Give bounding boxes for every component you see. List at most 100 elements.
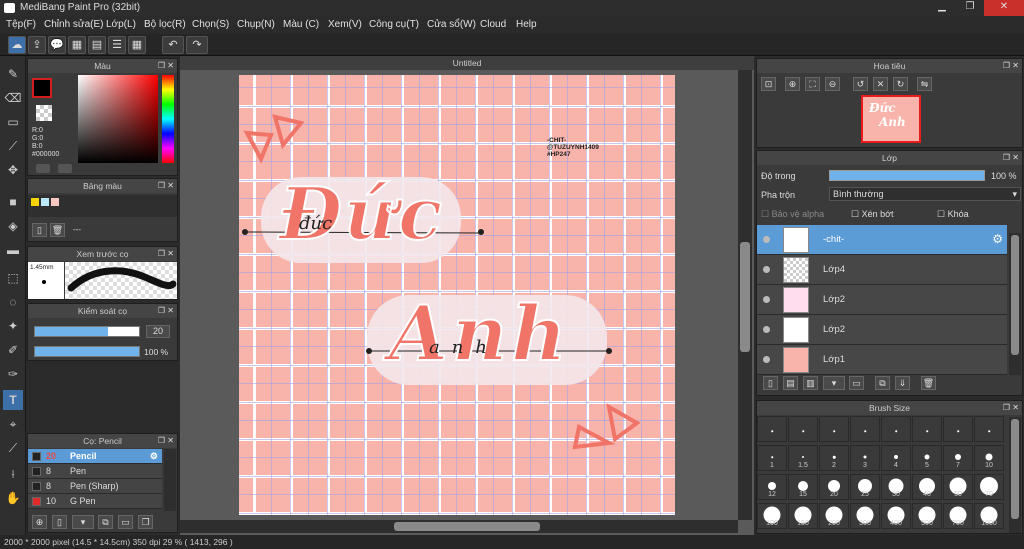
menu-color[interactable]: Màu (C) (283, 19, 319, 30)
brush-size-scroll-thumb[interactable] (1011, 419, 1019, 519)
menu-help[interactable]: Help (516, 19, 537, 30)
operation-tool-icon[interactable]: ⌖ (3, 414, 23, 434)
brush-size-cell[interactable]: 5 (912, 445, 942, 471)
flip-icon[interactable]: ⇋ (917, 77, 932, 91)
brush-size-cell[interactable] (819, 416, 849, 442)
palette-swatch[interactable] (31, 198, 39, 206)
brush-item-pen-sharp[interactable]: 8 Pen (Sharp) (28, 479, 162, 494)
layer-scrollbar[interactable] (1009, 233, 1021, 375)
eye-icon[interactable] (763, 266, 770, 273)
brush-size-cell[interactable]: 1.5 (788, 445, 818, 471)
brush-size-cell[interactable]: 20 (819, 474, 849, 500)
brush-item-pencil[interactable]: 20 Pencil ⚙ (28, 449, 162, 464)
menu-view[interactable]: Xem(V) (328, 19, 362, 30)
rotate-right-icon[interactable]: ↻ (893, 77, 908, 91)
brush-size-cell[interactable]: 3 (850, 445, 880, 471)
brush-size-cell[interactable]: 10 (974, 445, 1004, 471)
zoom-in-icon[interactable]: ⊕ (785, 77, 800, 91)
brush-item-g-pen[interactable]: 10 G Pen (28, 494, 162, 509)
brush-size-cell[interactable]: 200 (819, 503, 849, 529)
layer-item[interactable]: -chit- ⚙ (757, 225, 1007, 255)
eye-icon[interactable] (763, 236, 770, 243)
layer-folder-icon[interactable]: ▭ (849, 376, 864, 390)
copy-brush-icon[interactable]: ❐ (138, 515, 153, 529)
brush-size-cell[interactable]: 50 (943, 474, 973, 500)
brush-menu-icon[interactable]: ▾ (72, 515, 94, 529)
delete-layer-icon[interactable]: 🗑 (921, 376, 936, 390)
merge-layer-icon[interactable]: ⇓ (895, 376, 910, 390)
new-layer-icon[interactable]: ▯ (763, 376, 778, 390)
blend-select[interactable]: Bình thường ▾ (829, 187, 1021, 201)
reset-rotation-icon[interactable]: ✕ (873, 77, 888, 91)
cloud-icon[interactable]: ☁ (8, 36, 26, 54)
brush-size-cell[interactable]: 25 (850, 474, 880, 500)
move-tool-icon[interactable]: ✥ (3, 160, 23, 180)
brush-size-cell[interactable] (943, 416, 973, 442)
list-icon[interactable]: ☰ (108, 36, 126, 54)
brush-size-cell[interactable] (788, 416, 818, 442)
delete-palette-icon[interactable]: 🗑 (50, 223, 65, 237)
layer-item[interactable]: Lớp4 (757, 255, 1007, 285)
brush-size-cell[interactable]: 400 (881, 503, 911, 529)
color-mode-button[interactable] (36, 164, 50, 173)
close-button[interactable]: ✕ (984, 0, 1024, 16)
canvas-tab[interactable]: Untitled (180, 56, 754, 70)
zoom-fit-icon[interactable]: ⊡ (761, 77, 776, 91)
brush-size-cell[interactable]: 150 (788, 503, 818, 529)
gradient-tool-icon[interactable]: ▬ (3, 240, 23, 260)
layer-menu-icon[interactable]: ▾ (823, 376, 845, 390)
gear-icon[interactable]: ⚙ (150, 449, 158, 464)
eyedropper-icon[interactable]: ⟊ (3, 464, 23, 484)
divide-tool-icon[interactable]: ⟋ (3, 438, 23, 458)
grid-icon[interactable]: ▦ (128, 36, 146, 54)
hue-slider[interactable] (162, 75, 174, 163)
menu-filter[interactable]: Bộ lọc(R) (144, 19, 186, 30)
saturation-value-picker[interactable] (78, 75, 158, 163)
canvas-vscrollbar[interactable] (738, 70, 752, 520)
layer-item[interactable]: Lớp2 (757, 285, 1007, 315)
menu-layer[interactable]: Lớp(L) (106, 19, 136, 30)
share-icon[interactable]: ⇪ (28, 36, 46, 54)
add-brush-icon[interactable]: ⊕ (32, 515, 47, 529)
eye-icon[interactable] (763, 296, 770, 303)
canvas-hscrollbar[interactable] (180, 520, 738, 533)
brush-size-cell[interactable] (974, 416, 1004, 442)
brush-size-cell[interactable]: 100 (757, 503, 787, 529)
new-halftone-layer-icon[interactable]: ▤ (783, 376, 798, 390)
duplicate-layer-icon[interactable]: ⧉ (875, 376, 890, 390)
menu-capture[interactable]: Chụp(N) (237, 19, 275, 30)
brush-size-cell[interactable]: 15 (788, 474, 818, 500)
artboard[interactable]: Đức đức Anh anh -CHIT- @TUZUYNH1409 #HP2… (239, 75, 675, 515)
select-rect-icon[interactable]: ⬚ (3, 268, 23, 288)
layer-item[interactable]: Lớp2 (757, 315, 1007, 345)
brush-size-cell[interactable] (881, 416, 911, 442)
menu-file[interactable]: Tệp(F) (6, 19, 36, 30)
fill-rect-tool-icon[interactable]: ■ (3, 192, 23, 212)
brush-size-cell[interactable] (850, 416, 880, 442)
foreground-color-swatch[interactable] (32, 78, 52, 98)
brush-size-cell[interactable]: 500 (912, 503, 942, 529)
size-value[interactable]: 20 (146, 325, 170, 338)
eye-icon[interactable] (763, 356, 770, 363)
brush-size-cell[interactable]: 70 (974, 474, 1004, 500)
bucket-tool-icon[interactable]: ◈ (3, 216, 23, 236)
gear-icon[interactable]: ⚙ (992, 232, 1003, 246)
eraser-tool-icon[interactable]: ⌫ (3, 88, 23, 108)
transparent-swatch[interactable] (36, 105, 52, 121)
select-pen-icon[interactable]: ✐ (3, 340, 23, 360)
gallery-icon[interactable]: ▦ (68, 36, 86, 54)
color-extra-button[interactable] (58, 164, 72, 173)
brush-tool-icon[interactable]: ✎ (3, 64, 23, 84)
brush-size-cell[interactable]: 1000 (974, 503, 1004, 529)
comment-icon[interactable]: 💬 (48, 36, 66, 54)
protect-alpha-checkbox[interactable]: ☐ Bảo vệ alpha (761, 209, 824, 220)
zoom-out-icon[interactable]: ⊖ (825, 77, 840, 91)
clipping-checkbox[interactable]: ☐ Xén bớt (851, 209, 894, 220)
canvas-vscroll-thumb[interactable] (740, 242, 750, 352)
eye-icon[interactable] (763, 326, 770, 333)
brush-size-scrollbar[interactable] (1009, 417, 1021, 533)
brush-size-cell[interactable]: 2 (819, 445, 849, 471)
palette-swatch[interactable] (41, 198, 49, 206)
menu-edit[interactable]: Chỉnh sửa(E) (44, 19, 104, 30)
brush-size-cell[interactable]: 4 (881, 445, 911, 471)
